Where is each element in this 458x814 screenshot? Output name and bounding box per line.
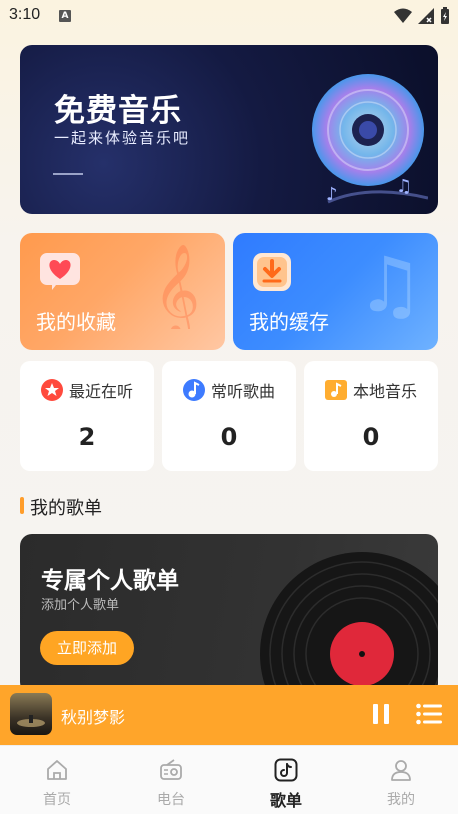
status-icons [394, 6, 450, 26]
music-folder-icon [324, 380, 347, 400]
now-playing-title: 秋别梦影 [61, 708, 126, 727]
status-bar: 3:10 A [0, 0, 458, 32]
tab-label: 我的 [387, 792, 415, 808]
radio-icon [160, 759, 182, 780]
tab-mine[interactable]: 我的 [344, 746, 458, 814]
favorites-card[interactable]: 𝄞 我的收藏 [20, 233, 225, 350]
heart-icon [40, 253, 80, 290]
signal-icon [418, 8, 434, 24]
tiktok-note-icon [274, 758, 298, 782]
svg-text:𝄞: 𝄞 [153, 243, 200, 329]
svg-text:♪: ♪ [326, 184, 338, 205]
tab-label: 电台 [157, 792, 185, 808]
playlist-promo-card[interactable]: 专属个人歌单 添加个人歌单 立即添加 [20, 534, 438, 694]
stat-value: 0 [220, 423, 238, 451]
promo-title: 专属个人歌单 [41, 568, 179, 594]
promo-subtitle: 添加个人歌单 [41, 598, 120, 613]
stat-label: 最近在听 [68, 382, 133, 401]
battery-icon [441, 7, 449, 24]
stat-value: 0 [362, 423, 380, 451]
stat-label: 常听歌曲 [210, 382, 275, 401]
download-icon [253, 253, 291, 291]
cache-card[interactable]: ♫ 我的缓存 [233, 233, 438, 350]
recent-listening-card[interactable]: 最近在听 2 [20, 361, 154, 471]
promo-banner[interactable]: 免费音乐 一起来体验音乐吧 ♪ ♫ [20, 45, 438, 214]
bottom-tab-bar: 首页 电台 歌单 我的 [0, 745, 458, 814]
music-note-icon [182, 379, 205, 401]
pause-icon[interactable] [372, 703, 390, 725]
album-cover[interactable] [10, 693, 52, 735]
stat-label: 本地音乐 [352, 382, 417, 401]
svg-text:♫: ♫ [356, 240, 424, 329]
status-time: 3:10 [9, 6, 41, 23]
banner-divider [53, 173, 83, 175]
star-icon [40, 379, 63, 401]
playlist-icon[interactable] [416, 703, 442, 725]
local-music-card[interactable]: 本地音乐 0 [304, 361, 438, 471]
wifi-icon [394, 8, 412, 23]
user-icon [391, 760, 411, 781]
tab-label: 歌单 [269, 791, 302, 810]
add-now-button[interactable]: 立即添加 [40, 631, 134, 665]
home-icon [47, 760, 67, 780]
stat-value: 2 [78, 423, 96, 451]
frequent-songs-card[interactable]: 常听歌曲 0 [162, 361, 296, 471]
cd-disc-icon: ♪ ♫ [312, 74, 428, 205]
mini-player[interactable]: 秋别梦影 [0, 685, 458, 745]
tab-playlist[interactable]: 歌单 [229, 746, 343, 814]
album-art-icon [10, 693, 52, 735]
tab-home[interactable]: 首页 [0, 746, 114, 814]
notification-badge-icon: A [59, 10, 71, 22]
tab-label: 首页 [43, 792, 71, 808]
banner-subtitle: 一起来体验音乐吧 [54, 129, 191, 147]
section-accent-bar [20, 497, 24, 514]
music-note-decoration-icon: ♫ [356, 240, 424, 329]
treble-clef-decoration-icon: 𝄞 [153, 243, 200, 329]
tab-radio[interactable]: 电台 [114, 746, 228, 814]
vinyl-record-icon [260, 552, 438, 694]
cache-label: 我的缓存 [249, 310, 329, 334]
svg-text:♫: ♫ [396, 176, 412, 197]
banner-title: 免费音乐 [54, 93, 182, 129]
favorites-label: 我的收藏 [36, 310, 116, 334]
section-title: 我的歌单 [30, 498, 102, 519]
